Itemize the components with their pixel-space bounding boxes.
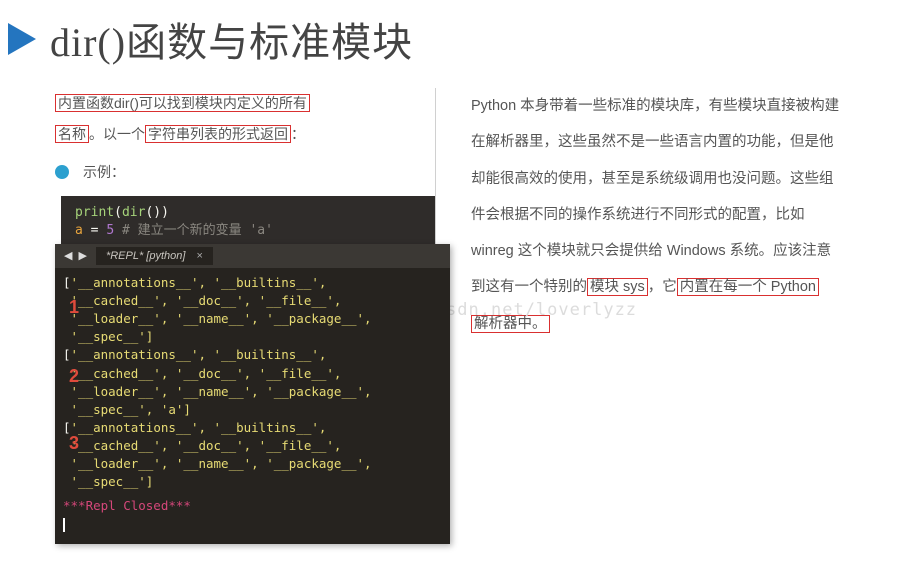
repl-line: '__spec__'] [63, 328, 442, 346]
token-paren: ( [114, 205, 122, 220]
cursor-icon [63, 518, 65, 532]
token-dir: dir [122, 205, 145, 220]
editor-snippet: print(dir()) a = 5 # 建立一个新的变量 'a' [61, 196, 435, 244]
highlight-box: 解析器中。 [471, 315, 550, 333]
repl-line: '__spec__', 'a'] [63, 401, 442, 419]
paragraph-text: ，它 [648, 279, 677, 295]
code-line: print(dir()) [75, 204, 421, 222]
highlight-box: 内置在每一个 Python [677, 278, 819, 296]
repl-tabbar: ◀ ▶ *REPL* [python] × [55, 244, 450, 268]
code-line: a = 5 # 建立一个新的变量 'a' [75, 222, 421, 240]
repl-window: ◀ ▶ *REPL* [python] × 1 2 3 ['__annotati… [55, 244, 450, 544]
repl-line: ['__annotations__', '__builtins__', [63, 419, 442, 437]
close-icon[interactable]: × [197, 250, 203, 262]
annotation-number: 1 [69, 294, 79, 320]
token-var: a [75, 223, 83, 238]
annotation-number: 3 [69, 430, 79, 456]
code-area: print(dir()) a = 5 # 建立一个新的变量 'a' ◀ ▶ *R… [55, 196, 435, 544]
tab-prev-icon[interactable]: ◀ [64, 249, 72, 262]
slide-title: dir()函数与标准模块 [50, 10, 413, 68]
repl-line: ['__annotations__', '__builtins__', [63, 274, 442, 292]
token-paren: ()) [145, 205, 168, 220]
token-num: 5 [106, 223, 114, 238]
left-column: 内置函数dir()可以找到模块内定义的所有 名称。以一个字符串列表的形式返回： … [55, 88, 435, 544]
repl-line: '__loader__', '__name__', '__package__', [63, 455, 442, 473]
slide-header: dir()函数与标准模块 [0, 0, 900, 88]
highlight-box: 名称 [55, 125, 89, 143]
highlight-box: 字符串列表的形式返回 [145, 125, 291, 143]
definition-tail: ： [291, 126, 305, 142]
repl-tab[interactable]: *REPL* [python] × [96, 247, 213, 265]
repl-line: '__spec__'] [63, 473, 442, 491]
repl-line: '__cached__', '__doc__', '__file__', [63, 292, 442, 310]
tab-label: *REPL* [python] [106, 250, 186, 262]
tab-next-icon[interactable]: ▶ [78, 249, 86, 262]
repl-cursor-line [63, 516, 442, 534]
triangle-bullet-icon [8, 23, 36, 55]
definition-text: 内置函数dir()可以找到模块内定义的所有 名称。以一个字符串列表的形式返回： [55, 88, 420, 150]
circle-bullet-icon [55, 165, 69, 179]
repl-line: ['__annotations__', '__builtins__', [63, 346, 442, 364]
paragraph-text: Python 本身带着一些标准的模块库，有些模块直接被构建在解析器里，这些虽然不… [471, 98, 839, 295]
token-print: print [75, 205, 114, 220]
highlight-box: 模块 sys [587, 278, 648, 296]
content-row: 内置函数dir()可以找到模块内定义的所有 名称。以一个字符串列表的形式返回： … [0, 88, 900, 544]
repl-line: '__cached__', '__doc__', '__file__', [63, 437, 442, 455]
right-column: Python 本身带着一些标准的模块库，有些模块直接被构建在解析器里，这些虽然不… [435, 88, 840, 544]
repl-output: 1 2 3 ['__annotations__', '__builtins__'… [55, 268, 450, 544]
annotation-number: 2 [69, 363, 79, 389]
repl-line: '__cached__', '__doc__', '__file__', [63, 365, 442, 383]
example-label-row: 示例： [55, 162, 420, 182]
highlight-box: 内置函数dir()可以找到模块内定义的所有 [55, 94, 310, 112]
token-eq: = [83, 223, 106, 238]
token-comment: # 建立一个新的变量 'a' [114, 223, 273, 238]
repl-closed-line: ***Repl Closed*** [63, 497, 442, 515]
repl-line: '__loader__', '__name__', '__package__', [63, 310, 442, 328]
repl-line: '__loader__', '__name__', '__package__', [63, 383, 442, 401]
definition-mid: 。以一个 [89, 126, 145, 142]
example-label: 示例： [83, 162, 125, 182]
